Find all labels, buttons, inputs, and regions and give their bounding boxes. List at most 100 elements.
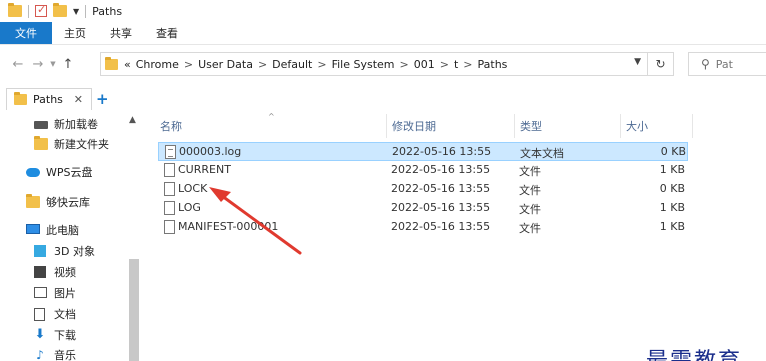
file-row-manifest[interactable]: MANIFEST-000001 2022-05-16 13:55 文件 1 KB <box>158 218 688 237</box>
file-name: LOG <box>178 201 201 214</box>
sidebar-item-videos[interactable]: 视频 <box>34 262 76 282</box>
tab-paths[interactable]: Paths ✕ <box>6 88 92 110</box>
file-row-current[interactable]: CURRENT 2022-05-16 13:55 文件 1 KB <box>158 161 688 180</box>
picture-icon <box>34 287 47 298</box>
breadcrumb-separator[interactable]: > <box>258 58 267 71</box>
file-modified: 2022-05-16 13:55 <box>391 163 491 176</box>
file-icon <box>164 182 175 196</box>
file-icon <box>164 163 175 177</box>
sidebar-item-label: 3D 对象 <box>54 245 95 258</box>
file-modified: 2022-05-16 13:55 <box>392 145 492 158</box>
file-row-000003-log[interactable]: 000003.log 2022-05-16 13:55 文本文档 0 KB <box>158 142 688 161</box>
file-size: 0 KB <box>660 145 686 158</box>
back-arrow-icon[interactable]: ← <box>8 57 28 72</box>
breadcrumb-file-system[interactable]: File System <box>332 58 395 71</box>
tab-view[interactable]: 查看 <box>144 22 190 44</box>
sidebar-item-label: 视频 <box>54 266 76 279</box>
sidebar-item-downloads[interactable]: ⬇ 下载 <box>34 325 76 345</box>
file-icon <box>164 220 175 234</box>
file-row-log[interactable]: LOG 2022-05-16 13:55 文件 1 KB <box>158 199 688 218</box>
file-row-lock[interactable]: LOCK 2022-05-16 13:55 文件 0 KB <box>158 180 688 199</box>
file-type: 文本文档 <box>520 147 564 160</box>
sidebar-item-new-folder[interactable]: 新建文件夹 <box>34 134 109 154</box>
sidebar-item-wps-cloud[interactable]: WPS云盘 <box>26 162 93 182</box>
sidebar-item-documents[interactable]: 文档 <box>34 304 76 324</box>
navigation-pane: 新加载卷 新建文件夹 WPS云盘 够快云库 此电脑 3D 对象 视频 图片 文档… <box>0 112 142 361</box>
breadcrumb-chrome[interactable]: Chrome <box>136 58 179 71</box>
breadcrumb-001[interactable]: 001 <box>414 58 435 71</box>
file-name: 000003.log <box>179 145 242 158</box>
column-header-modified[interactable]: 修改日期 <box>386 112 514 140</box>
search-input[interactable]: ⚲ Pat <box>688 52 766 76</box>
breadcrumb-overflow[interactable]: « <box>124 58 131 71</box>
explorer-tab-row: Paths ✕ + <box>0 86 766 112</box>
text-file-icon <box>165 145 176 159</box>
drive-icon <box>34 121 48 129</box>
sidebar-item-label: 下载 <box>54 329 76 342</box>
file-modified: 2022-05-16 13:55 <box>391 201 491 214</box>
folder-icon <box>8 3 22 17</box>
address-bar[interactable]: « Chrome > User Data > Default > File Sy… <box>100 52 648 76</box>
file-name: CURRENT <box>178 163 231 176</box>
breadcrumb-t[interactable]: t <box>454 58 458 71</box>
add-tab-icon[interactable]: + <box>96 90 109 108</box>
breadcrumb-separator[interactable]: > <box>440 58 449 71</box>
chevron-down-icon[interactable]: ▼ <box>634 57 641 67</box>
file-size: 0 KB <box>659 182 685 195</box>
forward-arrow-icon[interactable]: → <box>28 57 48 72</box>
breadcrumb-user-data[interactable]: User Data <box>198 58 253 71</box>
recent-locations-icon[interactable]: ▼ <box>48 60 58 68</box>
file-type: 文件 <box>519 222 541 235</box>
download-icon: ⬇ <box>34 327 46 342</box>
sidebar-item-gokuai[interactable]: 够快云库 <box>26 192 90 212</box>
tab-label: Paths <box>33 93 63 106</box>
sidebar-item-label: 图片 <box>54 287 76 300</box>
sidebar-item-music[interactable]: ♪ 音乐 <box>34 345 76 361</box>
properties-icon[interactable] <box>35 3 47 17</box>
column-divider[interactable] <box>692 114 693 138</box>
new-folder-icon[interactable] <box>53 3 67 17</box>
refresh-icon[interactable]: ↻ <box>648 52 674 76</box>
breadcrumb-separator[interactable]: > <box>463 58 472 71</box>
up-arrow-icon[interactable]: ↑ <box>58 57 78 72</box>
breadcrumb-default[interactable]: Default <box>272 58 312 71</box>
tab-home[interactable]: 主页 <box>52 22 98 44</box>
tab-file[interactable]: 文件 <box>0 22 52 44</box>
file-name: LOCK <box>178 182 208 195</box>
sidebar-item-label: 文档 <box>54 308 76 321</box>
close-icon[interactable]: ✕ <box>74 93 83 106</box>
sidebar-item-pictures[interactable]: 图片 <box>34 283 76 303</box>
title-separator <box>85 4 87 18</box>
tab-share[interactable]: 共享 <box>98 22 144 44</box>
column-header-label: 名称 <box>160 120 182 133</box>
sidebar-item-label: WPS云盘 <box>46 166 93 179</box>
sidebar-item-3d-objects[interactable]: 3D 对象 <box>34 241 95 261</box>
search-icon: ⚲ <box>701 57 710 71</box>
file-type: 文件 <box>519 165 541 178</box>
file-modified: 2022-05-16 13:55 <box>391 182 491 195</box>
file-type: 文件 <box>519 184 541 197</box>
sidebar-item-label: 新建文件夹 <box>54 138 109 151</box>
breadcrumb-separator[interactable]: > <box>400 58 409 71</box>
file-modified: 2022-05-16 13:55 <box>391 220 491 233</box>
sidebar-item-new-volume[interactable]: 新加载卷 <box>34 114 98 134</box>
breadcrumb-paths[interactable]: Paths <box>478 58 508 71</box>
cloud-icon <box>26 168 40 177</box>
column-header-type[interactable]: 类型 <box>514 112 620 140</box>
sidebar-item-label: 此电脑 <box>46 224 79 237</box>
scroll-up-icon[interactable]: ▲ <box>129 115 136 125</box>
sidebar-item-label: 音乐 <box>54 349 76 361</box>
folder-icon <box>14 92 27 105</box>
folder-icon <box>34 136 48 150</box>
sidebar-item-this-pc[interactable]: 此电脑 <box>26 220 79 240</box>
ribbon-tabs: 文件 主页 共享 查看 <box>0 22 766 45</box>
scrollbar-thumb[interactable] <box>129 259 139 361</box>
breadcrumb-separator[interactable]: > <box>184 58 193 71</box>
breadcrumb-separator[interactable]: > <box>317 58 326 71</box>
file-size: 1 KB <box>659 220 685 233</box>
music-icon: ♪ <box>36 348 44 361</box>
customize-quick-access-icon[interactable]: ▼ <box>73 7 79 16</box>
column-header-size[interactable]: 大小 <box>620 112 692 140</box>
search-placeholder: Pat <box>715 57 733 71</box>
file-size: 1 KB <box>659 201 685 214</box>
